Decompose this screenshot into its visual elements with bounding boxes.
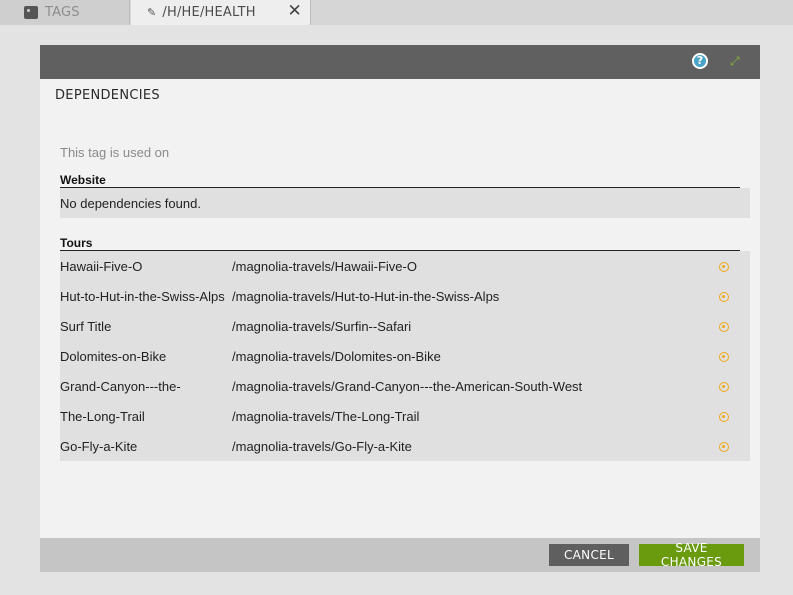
panel-title: DEPENDENCIES	[55, 88, 160, 103]
status-dot-icon	[719, 382, 729, 392]
panel-header: ? ⤢	[40, 45, 760, 79]
list-item[interactable]: Dolomites-on-Bike /magnolia-travels/Dolo…	[60, 341, 750, 371]
tour-path: /magnolia-travels/Hawaii-Five-O	[232, 259, 417, 274]
expand-icon[interactable]: ⤢	[730, 54, 740, 69]
tag-icon	[24, 6, 38, 19]
action-footer: CANCEL SAVE CHANGES	[40, 538, 760, 572]
tab-tags[interactable]: TAGS	[0, 0, 130, 25]
tour-path: /magnolia-travels/Surfin--Safari	[232, 319, 412, 334]
tour-name: Hawaii-Five-O	[60, 259, 143, 274]
dependencies-panel: ? ⤢ DEPENDENCIES This tag is used on Web…	[40, 45, 760, 572]
no-dependencies-text: No dependencies found.	[60, 195, 201, 211]
list-item[interactable]: Grand-Canyon---the- /magnolia-travels/Gr…	[60, 371, 750, 401]
tour-name: Surf Title	[60, 319, 112, 334]
tab-tags-label: TAGS	[45, 5, 80, 20]
tab-health[interactable]: ✎ /H/HE/HEALTH ✕	[131, 0, 311, 25]
tour-path: /magnolia-travels/The-Long-Trail	[232, 409, 420, 424]
tab-health-label: /H/HE/HEALTH	[162, 5, 256, 20]
list-item[interactable]: Hut-to-Hut-in-the-Swiss-Alps /magnolia-t…	[60, 281, 750, 311]
tour-path: /magnolia-travels/Go-Fly-a-Kite	[232, 439, 412, 454]
list-item[interactable]: Surf Title /magnolia-travels/Surfin--Saf…	[60, 311, 750, 341]
website-dependencies: No dependencies found.	[60, 188, 750, 218]
tours-section-heading: Tours	[60, 236, 740, 251]
status-dot-icon	[719, 412, 729, 422]
list-item[interactable]: The-Long-Trail /magnolia-travels/The-Lon…	[60, 401, 750, 431]
tour-name: Dolomites-on-Bike	[60, 349, 167, 364]
tour-path: /magnolia-travels/Grand-Canyon---the-Ame…	[232, 379, 583, 394]
status-dot-icon	[719, 292, 729, 302]
close-icon[interactable]: ✕	[288, 1, 302, 21]
cancel-button[interactable]: CANCEL	[549, 544, 629, 566]
save-changes-button[interactable]: SAVE CHANGES	[639, 541, 744, 569]
tour-name: Grand-Canyon---the-	[60, 379, 181, 394]
tour-name: The-Long-Trail	[60, 409, 145, 424]
tab-bar: TAGS ✎ /H/HE/HEALTH ✕	[0, 0, 793, 25]
pencil-icon: ✎	[147, 6, 157, 19]
status-dot-icon	[719, 322, 729, 332]
tours-list: Hawaii-Five-O /magnolia-travels/Hawaii-F…	[60, 251, 750, 461]
tour-path: /magnolia-travels/Hut-to-Hut-in-the-Swis…	[232, 289, 500, 304]
status-dot-icon	[719, 442, 729, 452]
tour-name: Hut-to-Hut-in-the-Swiss-Alps	[60, 289, 225, 304]
status-dot-icon	[719, 352, 729, 362]
list-item[interactable]: Go-Fly-a-Kite /magnolia-travels/Go-Fly-a…	[60, 431, 750, 461]
status-dot-icon	[719, 262, 729, 272]
help-icon[interactable]: ?	[692, 53, 708, 69]
tour-name: Go-Fly-a-Kite	[60, 439, 138, 454]
tour-path: /magnolia-travels/Dolomites-on-Bike	[232, 349, 441, 364]
list-item[interactable]: Hawaii-Five-O /magnolia-travels/Hawaii-F…	[60, 251, 750, 281]
website-section-heading: Website	[60, 173, 740, 188]
used-on-label: This tag is used on	[60, 145, 170, 160]
